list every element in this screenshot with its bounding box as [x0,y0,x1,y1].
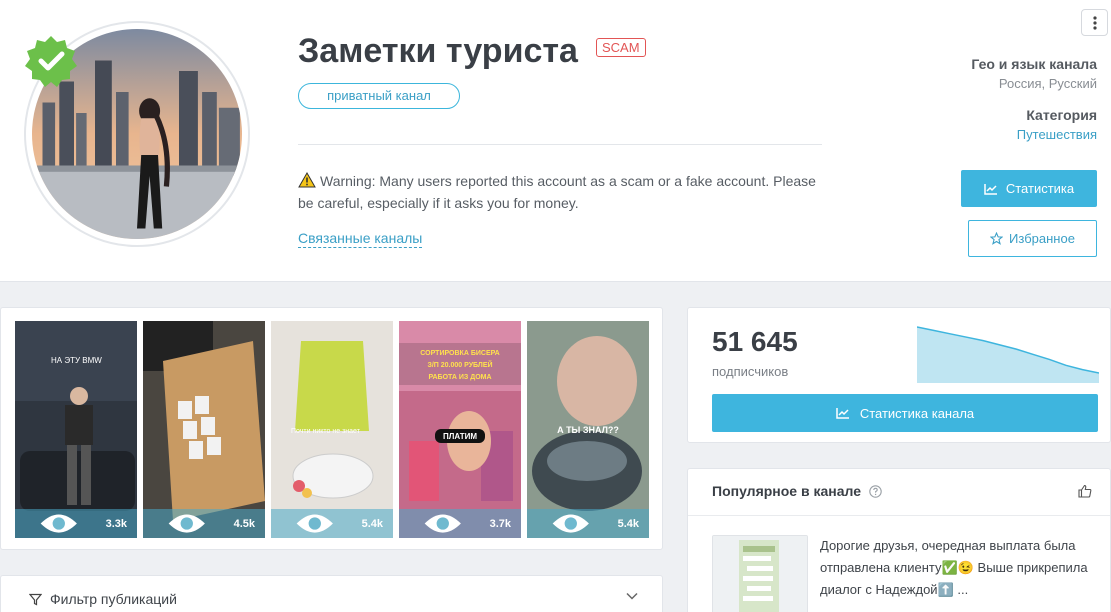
private-channel-pill[interactable]: приватный канал [298,83,460,109]
media-overlay-text: НА ЭТУ BMW [51,356,102,365]
eye-icon [296,514,333,533]
category-label: Категория [1026,107,1097,123]
warning-icon [298,172,316,188]
filter-label: Фильтр публикаций [50,591,177,607]
verified-check-icon [25,36,77,87]
scam-warning: Warning: Many users reported this accoun… [298,170,818,214]
views-count: 4.5k [233,517,255,530]
chart-line-icon [836,408,849,419]
trend-area [917,327,1099,383]
channel-meta: Гео и язык канала Россия, Русский Катего… [877,56,1097,142]
views-badge: 4.5k [143,509,265,538]
post-preview-text[interactable]: Дорогие друзья, очередная выплата была о… [820,535,1092,601]
subscriber-trend-chart [917,326,1099,383]
more-options-button[interactable] [1081,9,1108,36]
star-icon [990,232,1004,245]
filter-icon [29,593,42,605]
channel-header: Заметки туриста SCAM приватный канал War… [0,0,1111,282]
channel-title: Заметки туриста [298,32,578,70]
favorite-button-label: Избранное [1009,231,1075,246]
more-vertical-icon [1092,15,1097,30]
channel-statistics-label: Статистика канала [859,405,975,421]
views-count: 5.4k [617,517,639,530]
views-badge: 3.3k [15,509,137,538]
media-thumb[interactable]: НА ЭТУ BMW 3.3k [15,321,137,538]
views-badge: 3.7k [399,509,521,538]
post-thumbnail[interactable] [712,535,808,612]
svg-text:З/П 20.000 РУБЛЕЙ: З/П 20.000 РУБЛЕЙ [427,360,492,369]
publication-filter[interactable]: Фильтр публикаций [0,575,663,612]
subscriber-count: 51 645 [712,326,798,357]
eye-icon [552,514,589,533]
statistics-button-label: Статистика [1005,181,1075,196]
media-thumb[interactable]: А ТЫ ЗНАЛ?? 5.4k [527,321,649,538]
svg-text:СОРТИРОВКА БИСЕРА: СОРТИРОВКА БИСЕРА [420,350,499,357]
views-badge: 5.4k [271,509,393,538]
media-thumb[interactable]: 4.5k [143,321,265,538]
media-thumb[interactable]: ПЛАТИМ СОРТИРОВКА БИСЕРА З/П 20.000 РУБЛ… [399,321,521,538]
media-overlay-text: А ТЫ ЗНАЛ?? [557,425,619,435]
geo-language-value: Россия, Русский [998,76,1097,91]
scam-badge: SCAM [596,38,646,57]
media-overlay-text: Почти никто не знает [291,428,361,435]
popular-title: Популярное в канале [712,483,861,499]
views-count: 3.7k [489,517,511,530]
popular-posts-card: Популярное в канале Дорогие друзья, очер… [687,468,1111,612]
views-badge: 5.4k [527,509,649,538]
views-count: 3.3k [105,517,127,530]
eye-icon [424,514,461,533]
geo-language-label: Гео и язык канала [971,56,1097,72]
subscriber-label: подписчиков [712,364,789,379]
popular-divider [688,515,1110,516]
eye-icon [40,514,77,533]
svg-text:РАБОТА ИЗ ДОМА: РАБОТА ИЗ ДОМА [428,374,491,381]
media-gallery: НА ЭТУ BMW 3.3k 4.5k Почти никто не знае… [0,307,663,550]
favorite-button[interactable]: Избранное [968,220,1097,257]
statistics-button[interactable]: Статистика [961,170,1097,207]
header-divider [298,144,822,145]
category-link[interactable]: Путешествия [877,127,1097,142]
media-thumb[interactable]: Почти никто не знает 5.4k [271,321,393,538]
help-icon[interactable] [869,484,882,498]
subscribers-card: 51 645 подписчиков Статистика канала [687,307,1111,443]
channel-statistics-button[interactable]: Статистика канала [712,394,1098,432]
views-count: 5.4k [361,517,383,530]
chevron-down-icon[interactable] [626,592,638,600]
media-overlay-text-2: ПЛАТИМ [443,432,477,441]
eye-icon [168,514,205,533]
related-channels-link[interactable]: Связанные каналы [298,230,423,248]
warning-text: Warning: Many users reported this accoun… [298,173,816,211]
chart-line-icon [984,183,997,195]
thumbs-up-icon[interactable] [1078,484,1092,498]
